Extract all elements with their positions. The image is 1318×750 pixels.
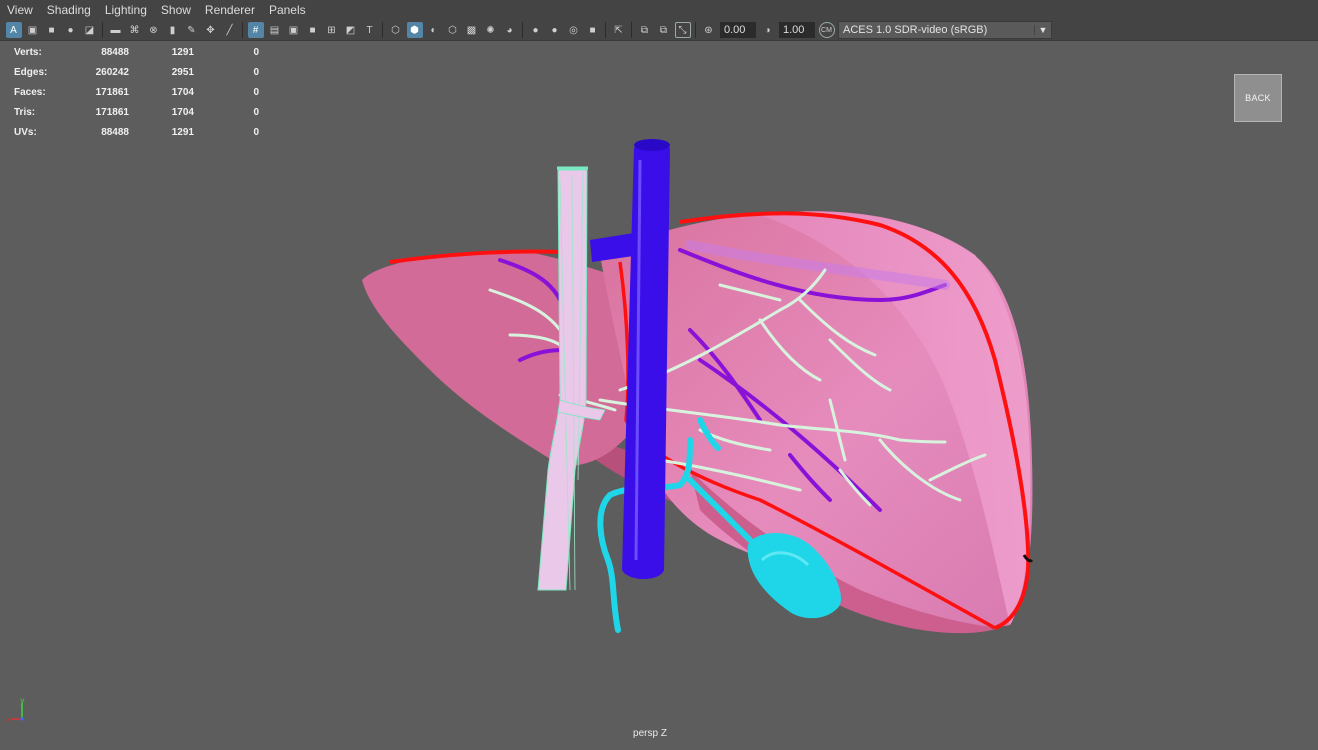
xray-joints-icon[interactable]: ⧉ bbox=[637, 22, 653, 38]
resolution-gate-icon[interactable]: ▣ bbox=[286, 22, 302, 38]
field-chart-icon[interactable]: ⊞ bbox=[324, 22, 340, 38]
hud-row-edges: Edges: 260242 2951 0 bbox=[14, 62, 259, 82]
depth-of-field-icon[interactable]: ◎ bbox=[566, 22, 582, 38]
menu-shading[interactable]: Shading bbox=[40, 0, 98, 20]
toolbar-separator bbox=[382, 22, 383, 38]
safe-title-icon[interactable]: T bbox=[362, 22, 378, 38]
hud-value: 0 bbox=[253, 46, 259, 58]
camera-name-label: persp Z bbox=[633, 728, 667, 739]
camera-lock-icon[interactable]: ⊗ bbox=[146, 22, 162, 38]
menu-renderer[interactable]: Renderer bbox=[198, 0, 262, 20]
toolbar-separator bbox=[522, 22, 523, 38]
menu-panels[interactable]: Panels bbox=[262, 0, 313, 20]
colorspace-dropdown[interactable]: ACES 1.0 SDR-video (sRGB) ▼ bbox=[838, 21, 1052, 39]
hud-value: 1704 bbox=[171, 86, 194, 98]
toolbar-separator bbox=[242, 22, 243, 38]
viewport-menubar: View Shading Lighting Show Renderer Pane… bbox=[0, 0, 1318, 20]
anti-alias-icon[interactable]: ● bbox=[547, 22, 563, 38]
hud-value: 1291 bbox=[171, 126, 194, 138]
image-plane-icon[interactable]: ● bbox=[63, 22, 79, 38]
back-button[interactable]: BACK bbox=[1234, 74, 1282, 122]
menu-lighting[interactable]: Lighting bbox=[98, 0, 154, 20]
hud-value: 2951 bbox=[171, 66, 194, 78]
hud-value: 171861 bbox=[95, 86, 129, 98]
bookmarks-icon[interactable]: ■ bbox=[44, 22, 60, 38]
grid-icon[interactable]: # bbox=[247, 22, 264, 38]
textured-icon[interactable]: ⬡ bbox=[445, 22, 461, 38]
hud-label: Faces: bbox=[14, 86, 46, 98]
backface-icon[interactable]: ⧉ bbox=[656, 22, 672, 38]
hud-label: Edges: bbox=[14, 66, 48, 78]
smooth-shade-icon[interactable]: ⬢ bbox=[406, 22, 423, 38]
gamma-input[interactable]: 1.00 bbox=[779, 22, 815, 38]
exposure-input[interactable]: 0.00 bbox=[720, 22, 756, 38]
hud-value: 0 bbox=[253, 86, 259, 98]
use-all-lights-icon[interactable]: ▩ bbox=[464, 22, 480, 38]
hud-value: 171861 bbox=[95, 106, 129, 118]
toolbar-separator bbox=[605, 22, 606, 38]
camera-attributes-icon[interactable]: ▣ bbox=[25, 22, 41, 38]
toolbar-separator bbox=[695, 22, 696, 38]
camera-icon[interactable]: ⌘ bbox=[127, 22, 143, 38]
colorspace-value: ACES 1.0 SDR-video (sRGB) bbox=[843, 24, 988, 36]
axis-gizmo-icon: y x bbox=[6, 697, 25, 724]
default-material-icon[interactable]: ◐ bbox=[426, 22, 442, 38]
hud-value: 1291 bbox=[171, 46, 194, 58]
pencil-icon[interactable]: ╱ bbox=[222, 22, 238, 38]
hud-value: 88488 bbox=[101, 46, 129, 58]
axis-x-label: x bbox=[6, 715, 11, 724]
viewport-toolbar: A ▣ ■ ● ◪ ▬ ⌘ ⊗ ▮ ✎ ✥ ╱ # ▤ ▣ ■ ⊞ ◩ T ⬡ … bbox=[0, 20, 1318, 41]
hud-label: UVs: bbox=[14, 126, 37, 138]
hud-label: Tris: bbox=[14, 106, 36, 118]
hud-value: 1704 bbox=[171, 106, 194, 118]
hud-row-verts: Verts: 88488 1291 0 bbox=[14, 42, 259, 62]
axis-y-label: y bbox=[20, 697, 25, 705]
hud-row-tris: Tris: 171861 1704 0 bbox=[14, 102, 259, 122]
chevron-down-icon: ▼ bbox=[1034, 25, 1051, 35]
gamma-icon[interactable]: ◑ bbox=[760, 22, 776, 38]
menu-view[interactable]: View bbox=[0, 0, 40, 20]
wireframe-on-shaded-icon[interactable]: ⤡ bbox=[674, 22, 691, 38]
motion-blur-icon[interactable]: ● bbox=[528, 22, 544, 38]
isolate-select-icon[interactable]: ■ bbox=[585, 22, 601, 38]
hud-value: 0 bbox=[253, 126, 259, 138]
liver-left-lobe bbox=[362, 250, 640, 466]
hud-poly-count: Verts: 88488 1291 0 Edges: 260242 2951 0… bbox=[14, 42, 259, 142]
hud-value: 0 bbox=[253, 106, 259, 118]
shadows-icon[interactable]: ✺ bbox=[483, 22, 499, 38]
select-camera-icon[interactable]: A bbox=[5, 22, 22, 38]
ambient-occlusion-icon[interactable]: ◕ bbox=[502, 22, 518, 38]
toolbar-separator bbox=[631, 22, 632, 38]
grease-pencil-icon[interactable]: ▬ bbox=[108, 22, 124, 38]
color-management-icon[interactable]: CM bbox=[818, 22, 835, 38]
xray-icon[interactable]: ⇱ bbox=[611, 22, 627, 38]
hud-row-uvs: UVs: 88488 1291 0 bbox=[14, 122, 259, 142]
film-gate-icon[interactable]: ▤ bbox=[267, 22, 283, 38]
hud-row-faces: Faces: 171861 1704 0 bbox=[14, 82, 259, 102]
hud-value: 88488 bbox=[101, 126, 129, 138]
pan-icon[interactable]: ✥ bbox=[203, 22, 219, 38]
toolbar-separator bbox=[102, 22, 103, 38]
exposure-icon[interactable]: ⊛ bbox=[701, 22, 717, 38]
hud-value: 0 bbox=[253, 66, 259, 78]
hud-value: 260242 bbox=[95, 66, 129, 78]
safe-action-icon[interactable]: ◩ bbox=[343, 22, 359, 38]
wireframe-icon[interactable]: ⬡ bbox=[388, 22, 404, 38]
gate-mask-icon[interactable]: ■ bbox=[305, 22, 321, 38]
ik-icon[interactable]: ✎ bbox=[184, 22, 200, 38]
3d-viewport[interactable] bbox=[0, 41, 1318, 750]
menu-show[interactable]: Show bbox=[154, 0, 198, 20]
bookmark-flag-icon[interactable]: ▮ bbox=[165, 22, 181, 38]
2d-pan-zoom-icon[interactable]: ◪ bbox=[82, 22, 98, 38]
hud-label: Verts: bbox=[14, 46, 42, 58]
